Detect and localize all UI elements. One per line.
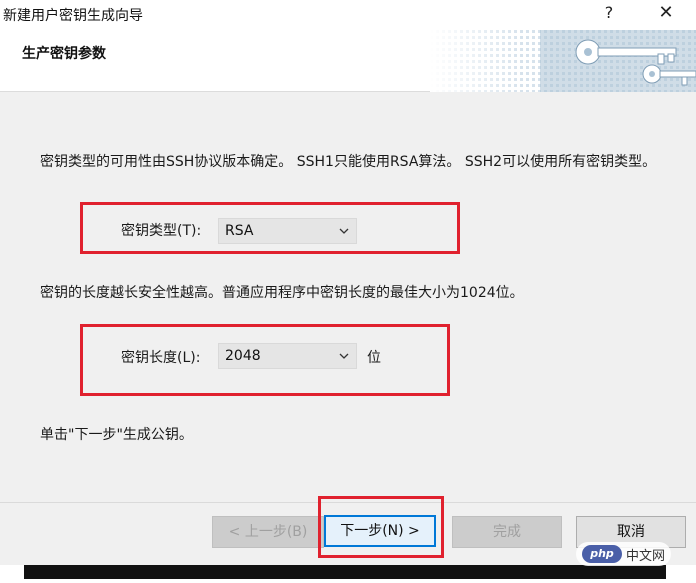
watermark-text: 中文网 (626, 548, 666, 564)
key-length-select[interactable]: 2048 (218, 343, 357, 369)
back-button[interactable]: < 上一步(B) (212, 516, 324, 548)
key-length-value: 2048 (225, 348, 261, 364)
chevron-down-icon (339, 228, 349, 234)
key-length-label: 密钥长度(L): (121, 350, 201, 366)
keys-banner-icon (430, 30, 696, 92)
instruction-text: 单击"下一步"生成公钥。 (40, 427, 193, 443)
key-type-value: RSA (225, 223, 254, 239)
finish-button[interactable]: 完成 (452, 516, 562, 548)
key-type-description: 密钥类型的可用性由SSH协议版本确定。 SSH1只能使用RSA算法。 SSH2可… (40, 154, 657, 170)
window-title: 新建用户密钥生成向导 (3, 8, 143, 24)
wizard-header: 生产密钥参数 (0, 30, 696, 92)
title-bar: 新建用户密钥生成向导 ? ✕ (0, 0, 696, 30)
key-type-select[interactable]: RSA (218, 218, 357, 244)
chevron-down-icon (339, 353, 349, 359)
next-button[interactable]: 下一步(N) > (324, 515, 436, 547)
taskbar-strip (24, 565, 666, 579)
page-heading: 生产密钥参数 (22, 46, 106, 62)
php-logo: php (582, 545, 622, 563)
close-button[interactable]: ✕ (656, 2, 676, 23)
site-watermark: php 中文网 (576, 542, 672, 566)
key-type-label: 密钥类型(T): (121, 223, 202, 239)
key-length-description: 密钥的长度越长安全性越高。普通应用程序中密钥长度的最佳大小为1024位。 (40, 285, 524, 301)
help-button[interactable]: ? (602, 3, 616, 22)
key-length-unit: 位 (367, 350, 381, 366)
